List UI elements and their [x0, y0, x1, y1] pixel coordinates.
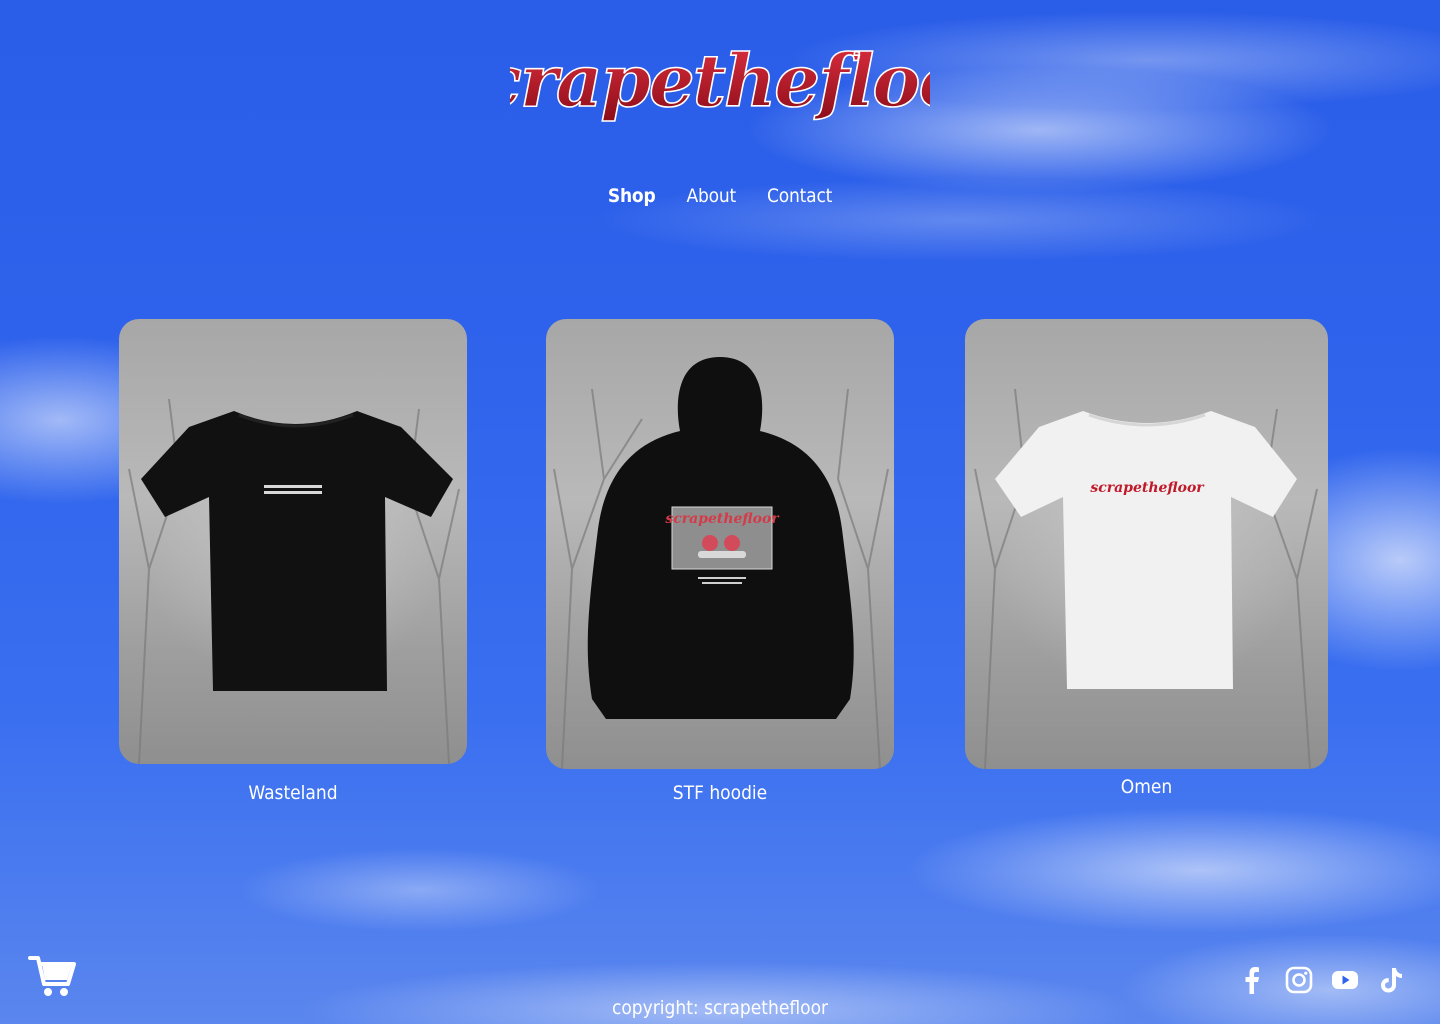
product-card-stf-hoodie[interactable]: scrapethefloor: [546, 319, 894, 769]
youtube-icon[interactable]: [1331, 966, 1359, 994]
logo-wordmark: scrapethefloor: [510, 38, 930, 124]
instagram-icon[interactable]: [1285, 966, 1313, 994]
white-tshirt-image: scrapethefloor: [974, 388, 1318, 769]
tiktok-icon[interactable]: [1377, 966, 1405, 994]
svg-text:scrapethefloor: scrapethefloor: [510, 38, 930, 123]
svg-text:scrapethefloor: scrapethefloor: [665, 511, 780, 527]
nav-shop[interactable]: Shop: [608, 185, 656, 207]
product-title-omen[interactable]: Omen: [965, 776, 1328, 798]
product-card-omen[interactable]: scrapethefloor: [965, 319, 1328, 769]
product-title-stf-hoodie[interactable]: STF hoodie: [546, 782, 894, 804]
black-hoodie-image: scrapethefloor: [553, 357, 889, 769]
site-logo[interactable]: scrapethefloor: [510, 38, 930, 134]
shopping-cart-icon[interactable]: [28, 952, 76, 1000]
nav-about[interactable]: About: [687, 185, 737, 207]
copyright-text: copyright: scrapethefloor: [611, 997, 829, 1019]
product-card-wasteland[interactable]: [119, 319, 467, 764]
nav-contact[interactable]: Contact: [767, 185, 832, 207]
black-tshirt-image: [128, 398, 460, 764]
product-title-wasteland[interactable]: Wasteland: [119, 782, 467, 804]
svg-text:scrapethefloor: scrapethefloor: [1090, 480, 1205, 496]
main-nav: Shop About Contact: [0, 185, 1440, 207]
facebook-icon[interactable]: [1238, 966, 1266, 994]
